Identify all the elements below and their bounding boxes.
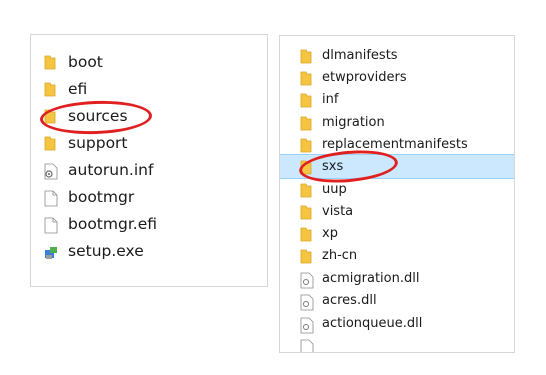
folder-icon: [44, 136, 56, 151]
list-item-acmigration-dll[interactable]: acmigration.dll: [280, 268, 514, 290]
list-item-replacementmanifests[interactable]: replacementmanifests: [280, 134, 514, 156]
folder-icon: [300, 160, 312, 175]
setup-exe-icon: [45, 247, 57, 259]
item-label: boot: [68, 53, 103, 71]
list-item-sources[interactable]: sources: [31, 103, 267, 130]
item-label: support: [68, 134, 128, 152]
folder-icon: [300, 227, 312, 242]
list-item-uup[interactable]: uup: [280, 179, 514, 201]
item-label: bootmgr.efi: [68, 215, 157, 233]
list-item-vista[interactable]: vista: [280, 201, 514, 223]
item-label: dlmanifests: [322, 48, 398, 63]
folder-icon: [300, 138, 312, 153]
item-label: acres.dll: [322, 293, 377, 308]
folder-icon: [300, 93, 312, 108]
folder-icon: [300, 183, 312, 198]
folder-icon: [300, 49, 312, 64]
folder-icon: [44, 82, 56, 97]
dll-file-icon: [300, 339, 314, 352]
item-label: bootmgr: [68, 188, 135, 206]
folder-icon: [300, 71, 312, 86]
item-label: xp: [322, 226, 338, 241]
item-label: acmigration.dll: [322, 271, 420, 286]
item-label: sxs: [322, 159, 344, 174]
list-item-dlmanifests[interactable]: dlmanifests: [280, 45, 514, 67]
list-item-autorun[interactable]: autorun.inf: [31, 157, 267, 184]
list-item-bootmgr-efi[interactable]: bootmgr.efi: [31, 211, 267, 238]
item-label: setup.exe: [68, 242, 144, 260]
list-item-sxs[interactable]: sxs: [280, 154, 514, 179]
file-list-root: boot efi sources support autorun.inf boo…: [30, 34, 268, 287]
folder-icon: [300, 205, 312, 220]
list-item-support[interactable]: support: [31, 130, 267, 157]
item-label: etwproviders: [322, 70, 407, 85]
list-item-zh-cn[interactable]: zh-cn: [280, 245, 514, 267]
list-item-acres-dll[interactable]: acres.dll: [280, 290, 514, 312]
item-label: actionqueue.dll: [322, 316, 423, 331]
list-item-actionqueue-dll[interactable]: actionqueue.dll: [280, 313, 514, 335]
dll-file-icon: [300, 272, 314, 289]
sources-file-list: dlmanifests etwproviders inf migration r…: [279, 35, 515, 353]
item-label: vista: [322, 204, 354, 219]
item-label: autorun.inf: [68, 161, 154, 179]
list-item-inf[interactable]: inf: [280, 89, 514, 111]
item-label: inf: [322, 92, 339, 107]
list-item-partial[interactable]: [280, 335, 514, 352]
item-label: migration: [322, 115, 385, 130]
list-item-etwproviders[interactable]: etwproviders: [280, 67, 514, 89]
list-item-bootmgr[interactable]: bootmgr: [31, 184, 267, 211]
folder-icon: [44, 55, 56, 70]
item-label: replacementmanifests: [322, 137, 468, 152]
file-icon: [44, 190, 58, 207]
dll-file-icon: [300, 294, 314, 311]
folder-icon: [300, 116, 312, 131]
folder-icon: [44, 109, 56, 124]
list-item-xp[interactable]: xp: [280, 223, 514, 245]
item-label: efi: [68, 80, 88, 98]
item-label: uup: [322, 182, 347, 197]
list-item-migration[interactable]: migration: [280, 112, 514, 134]
list-item-boot[interactable]: boot: [31, 49, 267, 76]
item-label: sources: [68, 107, 128, 125]
dll-file-icon: [300, 317, 314, 334]
item-label: zh-cn: [322, 248, 358, 263]
list-item-setup-exe[interactable]: setup.exe: [31, 238, 267, 265]
folder-icon: [300, 249, 312, 264]
settings-file-icon: [44, 163, 58, 180]
list-item-efi[interactable]: efi: [31, 76, 267, 103]
file-icon: [44, 217, 58, 234]
